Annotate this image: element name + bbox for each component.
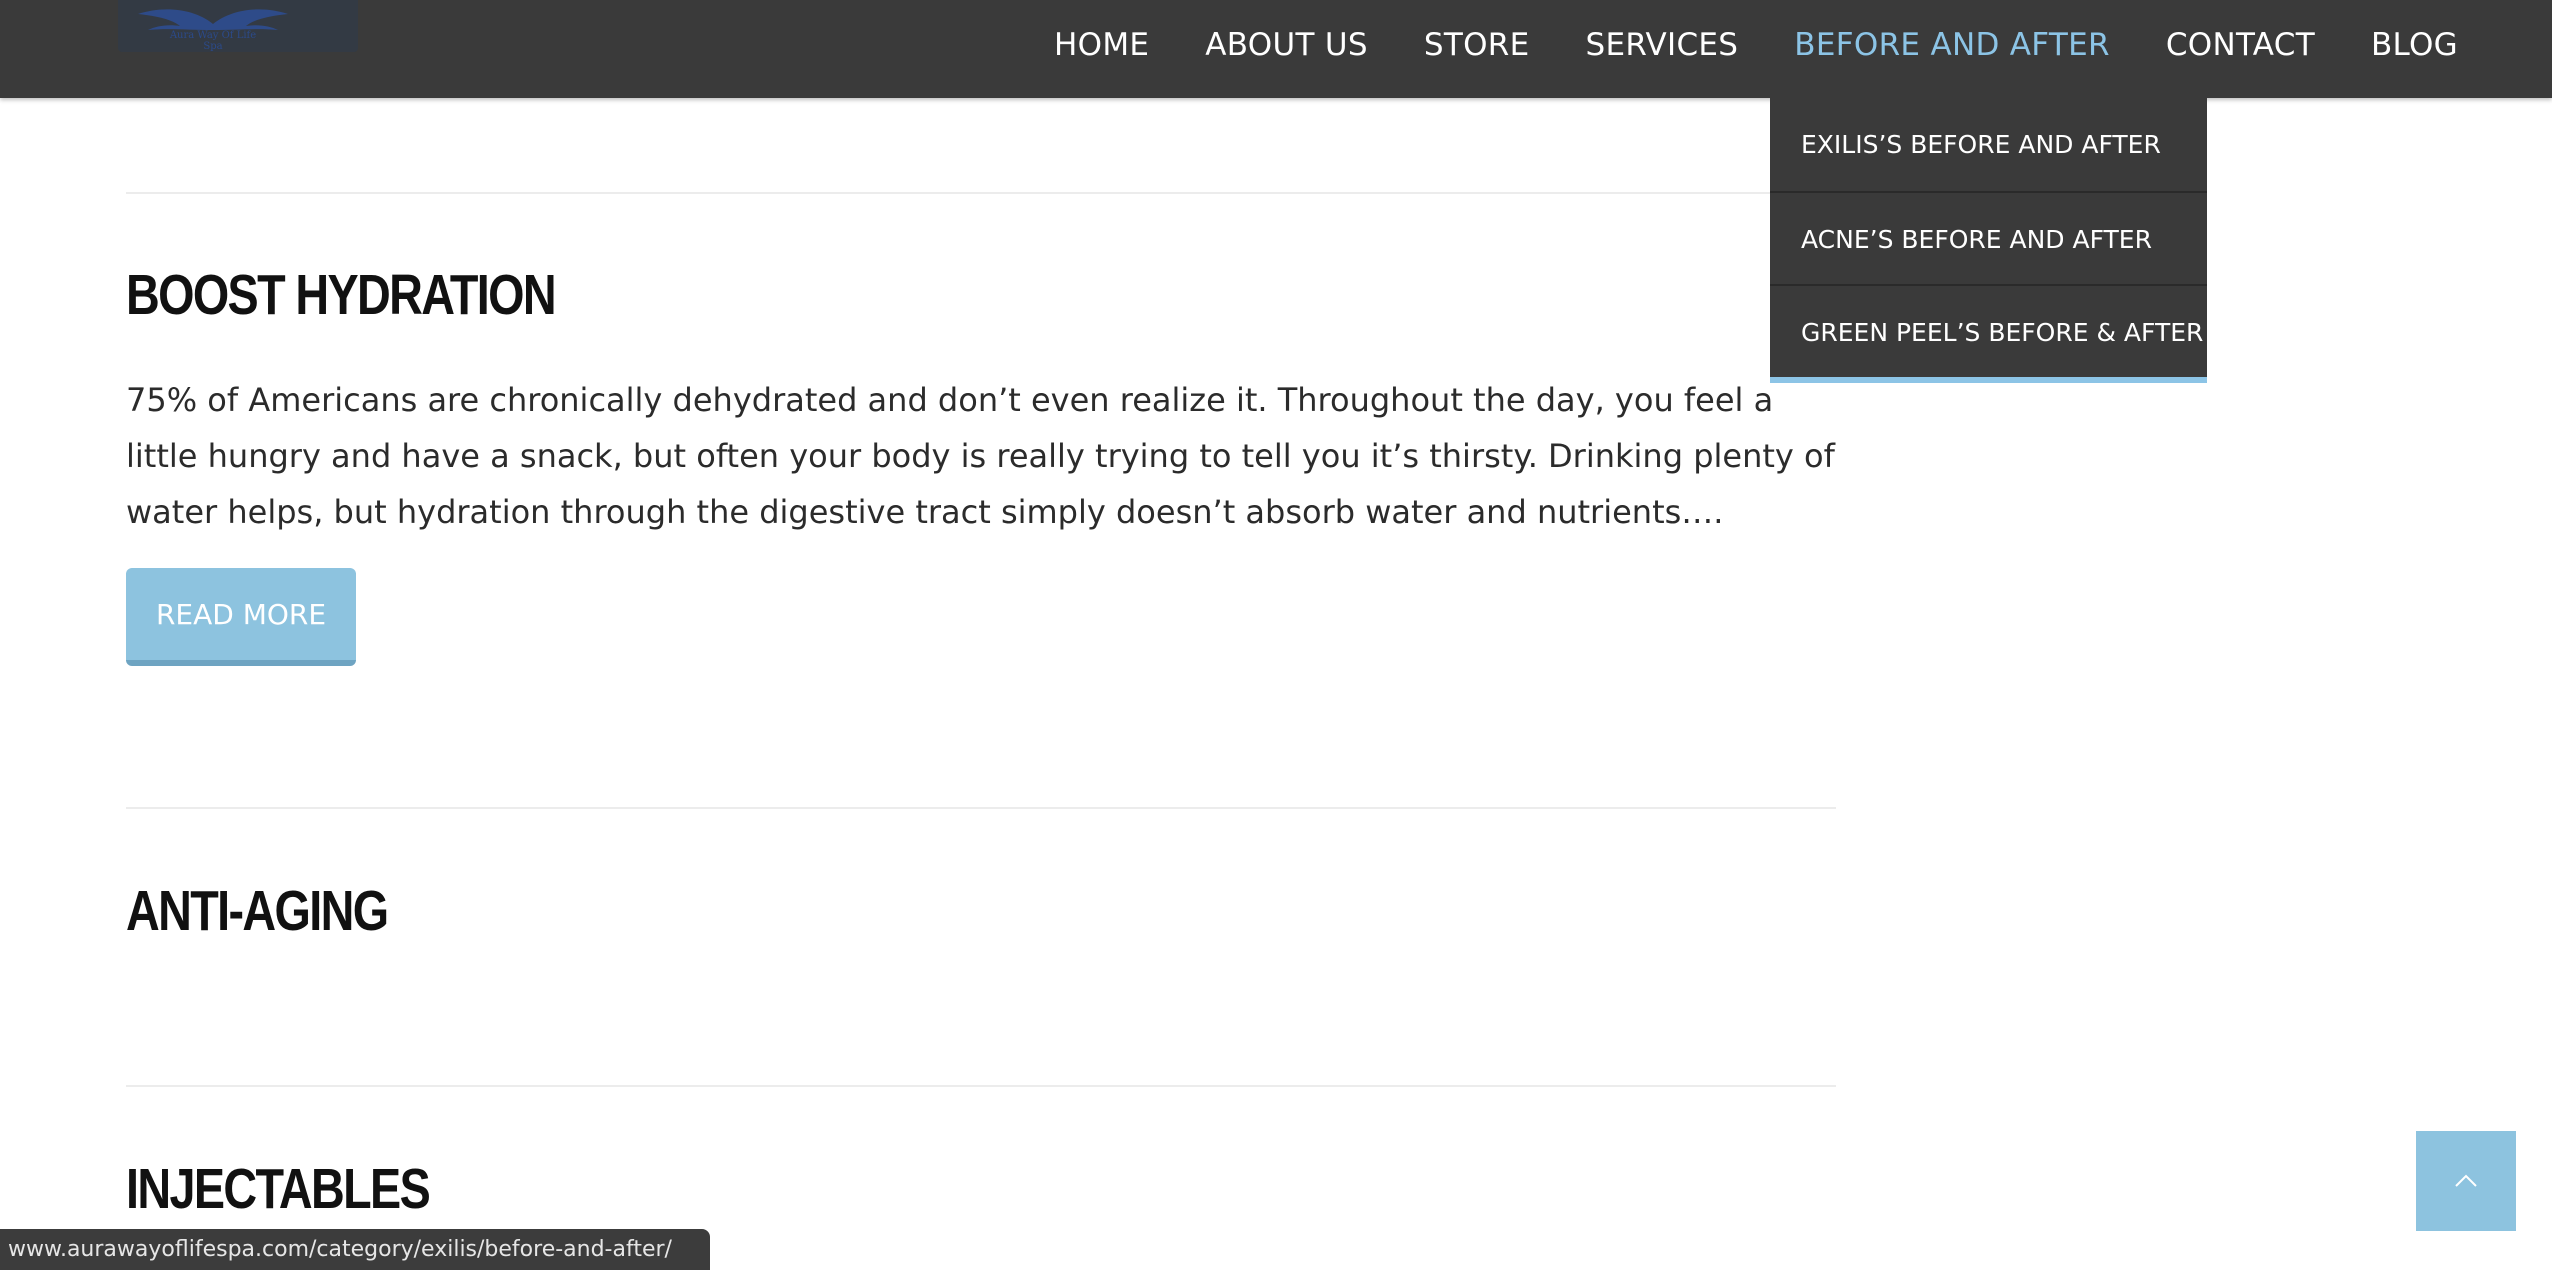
nav-item-contact[interactable]: CONTACT — [2166, 27, 2315, 63]
main-nav: HOME ABOUT US STORE SERVICES BEFORE AND … — [1054, 0, 2458, 90]
dropdown-item-green-peel[interactable]: GREEN PEEL’S BEFORE & AFTER — [1770, 284, 2207, 377]
nav-item-store[interactable]: STORE — [1424, 27, 1530, 63]
post-title-anti-aging[interactable]: ANTI-AGING — [126, 878, 389, 944]
site-logo[interactable]: Aura Way Of Life Spa — [118, 0, 358, 52]
divider — [126, 192, 1836, 194]
nav-item-about-us[interactable]: ABOUT US — [1205, 27, 1368, 63]
post-excerpt: 75% of Americans are chronically dehydra… — [126, 381, 1835, 531]
back-to-top-button[interactable] — [2416, 1131, 2516, 1231]
nav-item-blog[interactable]: BLOG — [2371, 27, 2458, 63]
nav-item-before-and-after[interactable]: BEFORE AND AFTER — [1794, 27, 2110, 63]
chevron-up-icon — [2455, 1174, 2477, 1187]
nav-item-services[interactable]: SERVICES — [1586, 27, 1739, 63]
site-header: Aura Way Of Life Spa HOME ABOUT US STORE… — [0, 0, 2552, 98]
divider — [126, 807, 1836, 809]
dropdown-item-exilis[interactable]: EXILIS’S BEFORE AND AFTER — [1770, 98, 2207, 191]
browser-status-url: www.aurawayoflifespa.com/category/exilis… — [0, 1229, 710, 1270]
nav-item-home[interactable]: HOME — [1054, 27, 1149, 63]
post-title-boost-hydration[interactable]: BOOST HYDRATION — [126, 262, 557, 328]
logo-text-line1: Aura Way Of Life — [169, 30, 257, 41]
read-more-button[interactable]: READ MORE — [126, 568, 356, 666]
dropdown-item-acne[interactable]: ACNE’S BEFORE AND AFTER — [1770, 191, 2207, 284]
before-after-dropdown: EXILIS’S BEFORE AND AFTER ACNE’S BEFORE … — [1770, 98, 2207, 383]
divider — [126, 1085, 1836, 1087]
logo-text-line2: Spa — [203, 41, 223, 52]
post-title-injectables[interactable]: INJECTABLES — [126, 1156, 431, 1222]
